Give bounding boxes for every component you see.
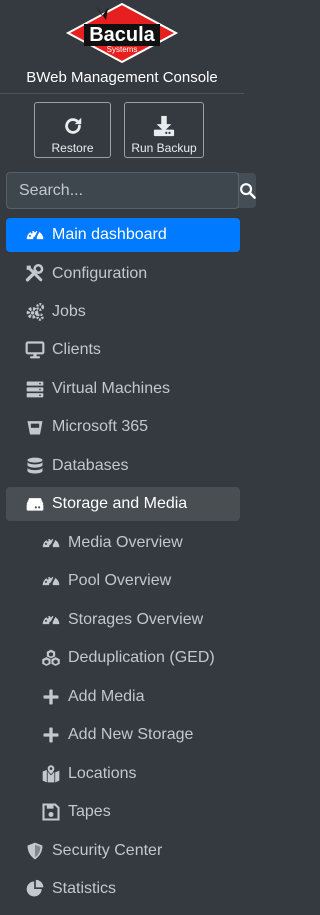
sidebar-item-virtual-machines[interactable]: Virtual Machines: [6, 372, 240, 406]
run-backup-label: Run Backup: [131, 141, 197, 155]
cogs-icon: [24, 302, 46, 322]
restore-button[interactable]: Restore: [34, 102, 111, 158]
header-divider: [0, 93, 244, 94]
bucket-icon: [24, 417, 46, 437]
tachometer-icon: [40, 571, 62, 591]
plus-icon: [40, 687, 62, 707]
svg-text:Systems: Systems: [107, 45, 138, 54]
sidebar-item-jobs[interactable]: Jobs: [6, 295, 240, 329]
run-backup-button[interactable]: Run Backup: [124, 102, 204, 158]
map-marked-icon: [40, 764, 62, 784]
sidebar-item-deduplication-ged[interactable]: Deduplication (GED): [6, 641, 240, 675]
search-button[interactable]: [238, 173, 256, 208]
sidebar-item-label: Clients: [52, 341, 101, 358]
sidebar-item-label: Media Overview: [68, 534, 183, 551]
sidebar-item-microsoft-365[interactable]: Microsoft 365: [6, 410, 240, 444]
bacula-logo: Bacula Systems: [65, 2, 179, 64]
sidebar-item-label: Add Media: [68, 688, 145, 705]
sidebar-item-label: Add New Storage: [68, 726, 194, 743]
sidebar-item-main-dashboard[interactable]: Main dashboard: [6, 218, 240, 252]
sidebar-item-label: Databases: [52, 457, 129, 474]
sidebar-item-security-center[interactable]: Security Center: [6, 834, 240, 868]
cubes-icon: [40, 648, 62, 668]
sidebar-item-databases[interactable]: Databases: [6, 449, 240, 483]
tools-icon: [24, 264, 46, 284]
server-icon: [24, 379, 46, 399]
sidebar-item-label: Virtual Machines: [52, 380, 170, 397]
console-title: BWeb Management Console: [26, 69, 218, 86]
tachometer-icon: [24, 225, 46, 245]
search-icon: [240, 183, 256, 199]
sidebar-item-label: Tapes: [68, 803, 111, 820]
search-bar: [6, 172, 256, 209]
database-icon: [24, 456, 46, 476]
search-input[interactable]: [7, 173, 238, 208]
sidebar-item-pool-overview[interactable]: Pool Overview: [6, 564, 240, 598]
sidebar-item-media-overview[interactable]: Media Overview: [6, 526, 240, 560]
sidebar-item-add-new-storage[interactable]: Add New Storage: [6, 718, 240, 752]
hdd-icon: [24, 494, 46, 514]
tachometer-icon: [40, 533, 62, 553]
save-icon: [40, 802, 62, 822]
sidebar-item-label: Storages Overview: [68, 611, 204, 628]
sidebar-item-label: Jobs: [52, 303, 86, 320]
sidebar-item-label: Statistics: [52, 880, 117, 897]
shield-icon: [24, 841, 46, 861]
sidebar-item-clients[interactable]: Clients: [6, 333, 240, 367]
brand-header: Bacula Systems BWeb Management Console: [0, 0, 244, 92]
sidebar-item-label: Deduplication (GED): [68, 649, 215, 666]
desktop-icon: [24, 340, 46, 360]
sidebar-item-label: Microsoft 365: [52, 418, 149, 435]
plus-icon: [40, 725, 62, 745]
sidebar-item-add-media[interactable]: Add Media: [6, 680, 240, 714]
tachometer-icon: [40, 610, 62, 630]
redo-icon: [64, 117, 81, 134]
sidebar-item-label: Pool Overview: [68, 572, 172, 589]
sidebar-item-configuration[interactable]: Configuration: [6, 257, 240, 291]
sidebar-item-tapes[interactable]: Tapes: [6, 795, 240, 829]
sidebar-item-storage-and-media[interactable]: Storage and Media: [6, 487, 240, 521]
sidebar-item-statistics[interactable]: Statistics: [6, 872, 240, 906]
sidebar-item-locations[interactable]: Locations: [6, 757, 240, 791]
sidebar-item-label: Main dashboard: [52, 226, 167, 243]
chart-pie-icon: [24, 879, 46, 899]
download-icon: [153, 115, 175, 137]
sidebar-item-label: Security Center: [52, 842, 163, 859]
svg-text:Bacula: Bacula: [89, 24, 155, 46]
sidebar-item-label: Locations: [68, 765, 137, 782]
restore-label: Restore: [51, 141, 94, 155]
sidebar-item-label: Storage and Media: [52, 495, 188, 512]
sidebar-item-label: Configuration: [52, 265, 148, 282]
sidebar-item-storages-overview[interactable]: Storages Overview: [6, 603, 240, 637]
